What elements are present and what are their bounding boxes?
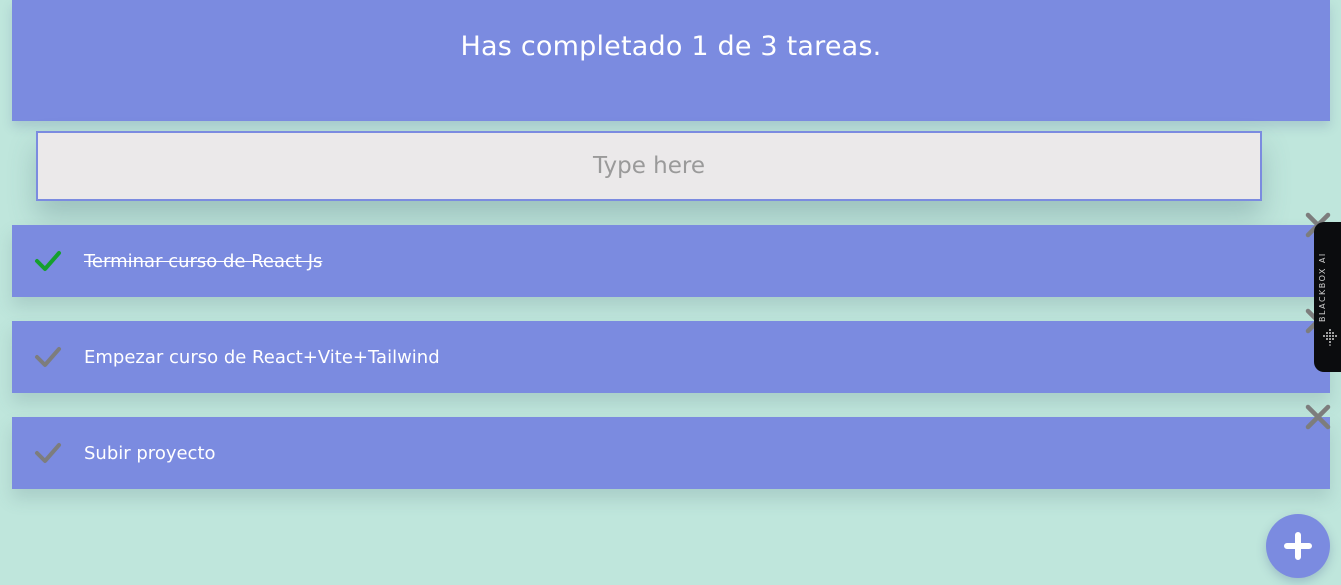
search-container: [36, 131, 1262, 201]
todo-list: Terminar curso de React Js Empezar curso…: [12, 212, 1331, 513]
blackbox-logo-icon: [1323, 329, 1337, 346]
todo-text: Subir proyecto: [84, 442, 216, 464]
side-tab-label: BLACKBOX AI: [1318, 252, 1327, 322]
todo-text: Empezar curso de React+Vite+Tailwind: [84, 346, 440, 368]
todo-text: Terminar curso de React Js: [84, 250, 323, 272]
check-icon[interactable]: [34, 346, 62, 368]
todo-item: Subir proyecto: [12, 404, 1331, 489]
close-icon[interactable]: [1304, 403, 1332, 431]
header-banner: Has completado 1 de 3 tareas.: [12, 0, 1330, 121]
todo-item: Terminar curso de React Js: [12, 212, 1331, 297]
check-icon[interactable]: [34, 250, 62, 272]
search-input[interactable]: [36, 131, 1262, 201]
add-todo-button[interactable]: [1266, 514, 1330, 578]
blackbox-ai-tab[interactable]: BLACKBOX AI: [1314, 222, 1341, 372]
page-title: Has completado 1 de 3 tareas.: [460, 30, 882, 62]
plus-icon: [1284, 532, 1312, 560]
todo-item: Empezar curso de React+Vite+Tailwind: [12, 308, 1331, 393]
check-icon[interactable]: [34, 442, 62, 464]
